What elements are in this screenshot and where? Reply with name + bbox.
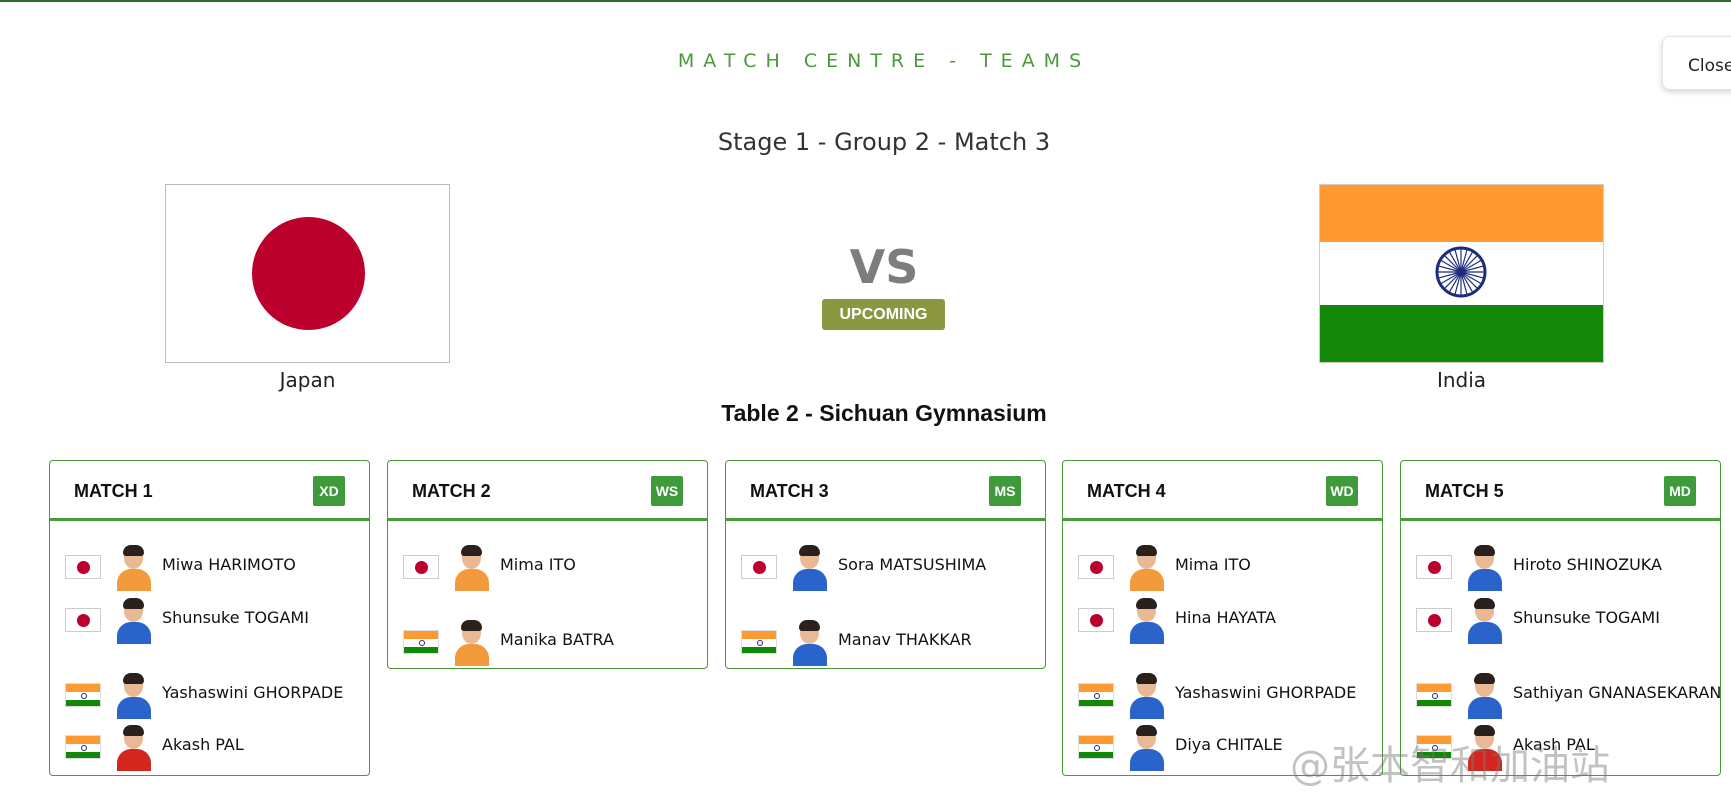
japan-flag-icon (403, 555, 439, 579)
player-name[interactable]: Miwa HARIMOTO (162, 555, 296, 574)
match-title: MATCH 3 (750, 481, 829, 501)
player-row[interactable]: Sathiyan GNANASEKARAN (1401, 671, 1721, 719)
player-name[interactable]: Shunsuke TOGAMI (1513, 608, 1660, 627)
player-row[interactable]: Shunsuke TOGAMI (1401, 596, 1720, 644)
player-avatar (116, 545, 152, 591)
player-row[interactable]: Yashaswini GHORPADE (50, 671, 369, 719)
player-row[interactable]: Hina HAYATA (1063, 596, 1382, 644)
japan-flag-icon (1078, 555, 1114, 579)
match-card[interactable]: MATCH 5 MD Hiroto SHINOZUKA Shunsuke TOGAMI… (1400, 460, 1721, 776)
india-flag-icon (1078, 735, 1114, 759)
player-row[interactable]: Yashaswini GHORPADE (1063, 671, 1382, 719)
event-badge: XD (313, 476, 345, 506)
player-row[interactable]: Hiroto SHINOZUKA (1401, 543, 1720, 591)
player-row[interactable]: Sora MATSUSHIMA (726, 543, 1045, 591)
player-row[interactable]: Mima ITO (1063, 543, 1382, 591)
player-name[interactable]: Sathiyan GNANASEKARAN (1513, 683, 1721, 702)
event-badge: MS (989, 476, 1021, 506)
player-avatar (1129, 545, 1165, 591)
india-flag-icon (65, 683, 101, 707)
player-avatar (1467, 545, 1503, 591)
player-row[interactable]: Akash PAL (50, 723, 369, 771)
venue-label: Table 2 - Sichuan Gymnasium (721, 400, 1047, 426)
player-avatar (792, 545, 828, 591)
player-avatar (454, 620, 490, 666)
ashoka-chakra-icon (1435, 246, 1487, 298)
player-avatar (1467, 673, 1503, 719)
japan-flag-icon (65, 608, 101, 632)
player-name[interactable]: Mima ITO (1175, 555, 1251, 574)
match-title: MATCH 2 (412, 481, 491, 501)
india-flag-green (1320, 305, 1603, 362)
event-badge: WD (1326, 476, 1358, 506)
japan-flag-icon (1416, 608, 1452, 632)
stage-label: Stage 1 - Group 2 - Match 3 (717, 128, 1051, 156)
player-avatar (116, 725, 152, 771)
player-avatar (1129, 598, 1165, 644)
match-card[interactable]: MATCH 1 XD Miwa HARIMOTO Shunsuke TOGAMI Yas… (49, 460, 370, 776)
player-avatar (792, 620, 828, 666)
match-card[interactable]: MATCH 2 WS Mima ITO Manika BATRA (387, 460, 708, 669)
match-card-header: MATCH 2 WS (388, 461, 707, 521)
status-badge: UPCOMING (822, 299, 945, 330)
event-badge: MD (1664, 476, 1696, 506)
player-row[interactable]: Manav THAKKAR (726, 618, 1045, 666)
player-row[interactable]: Miwa HARIMOTO (50, 543, 369, 591)
match-title: MATCH 4 (1087, 481, 1166, 501)
player-row[interactable]: Manika BATRA (388, 618, 707, 666)
player-name[interactable]: Hiroto SHINOZUKA (1513, 555, 1662, 574)
player-name[interactable]: Hina HAYATA (1175, 608, 1276, 627)
player-avatar (1129, 673, 1165, 719)
player-name[interactable]: Manav THAKKAR (838, 630, 972, 649)
match-card[interactable]: MATCH 4 WD Mima ITO Hina HAYATA Yashaswini G… (1062, 460, 1383, 776)
india-flag-icon (65, 735, 101, 759)
home-team-name[interactable]: Japan (165, 368, 450, 392)
match-card[interactable]: MATCH 3 MS Sora MATSUSHIMA Manav THAKKAR (725, 460, 1046, 669)
india-flag-icon (403, 630, 439, 654)
japan-flag-icon (741, 555, 777, 579)
match-card-header: MATCH 4 WD (1063, 461, 1382, 521)
close-button[interactable]: Close (1662, 36, 1731, 90)
player-name[interactable]: Yashaswini GHORPADE (1175, 683, 1356, 702)
match-title: MATCH 5 (1425, 481, 1504, 501)
japan-flag-icon (1078, 608, 1114, 632)
match-card-header: MATCH 1 XD (50, 461, 369, 521)
india-flag-icon (741, 630, 777, 654)
watermark: @张本智和加油站 (1290, 743, 1610, 789)
player-avatar (116, 673, 152, 719)
top-border (0, 0, 1731, 2)
player-name[interactable]: Shunsuke TOGAMI (162, 608, 309, 627)
event-badge: WS (651, 476, 683, 506)
match-card-header: MATCH 5 MD (1401, 461, 1720, 521)
page-title: MATCH CENTRE - TEAMS (677, 50, 1091, 72)
player-row[interactable]: Mima ITO (388, 543, 707, 591)
player-avatar (454, 545, 490, 591)
match-title: MATCH 1 (74, 481, 153, 501)
player-name[interactable]: Mima ITO (500, 555, 576, 574)
player-name[interactable]: Akash PAL (162, 735, 244, 754)
player-row[interactable]: Shunsuke TOGAMI (50, 596, 369, 644)
india-flag-saffron (1320, 185, 1603, 242)
match-card-header: MATCH 3 MS (726, 461, 1045, 521)
away-team-name[interactable]: India (1319, 368, 1604, 392)
player-avatar (1467, 598, 1503, 644)
player-name[interactable]: Sora MATSUSHIMA (838, 555, 986, 574)
india-flag (1319, 184, 1604, 363)
player-name[interactable]: Yashaswini GHORPADE (162, 683, 343, 702)
player-name[interactable]: Manika BATRA (500, 630, 614, 649)
india-flag-icon (1416, 683, 1452, 707)
japan-flag-icon (1416, 555, 1452, 579)
india-flag-icon (1078, 683, 1114, 707)
japan-flag-icon (65, 555, 101, 579)
player-name[interactable]: Diya CHITALE (1175, 735, 1283, 754)
player-avatar (1129, 725, 1165, 771)
player-avatar (116, 598, 152, 644)
